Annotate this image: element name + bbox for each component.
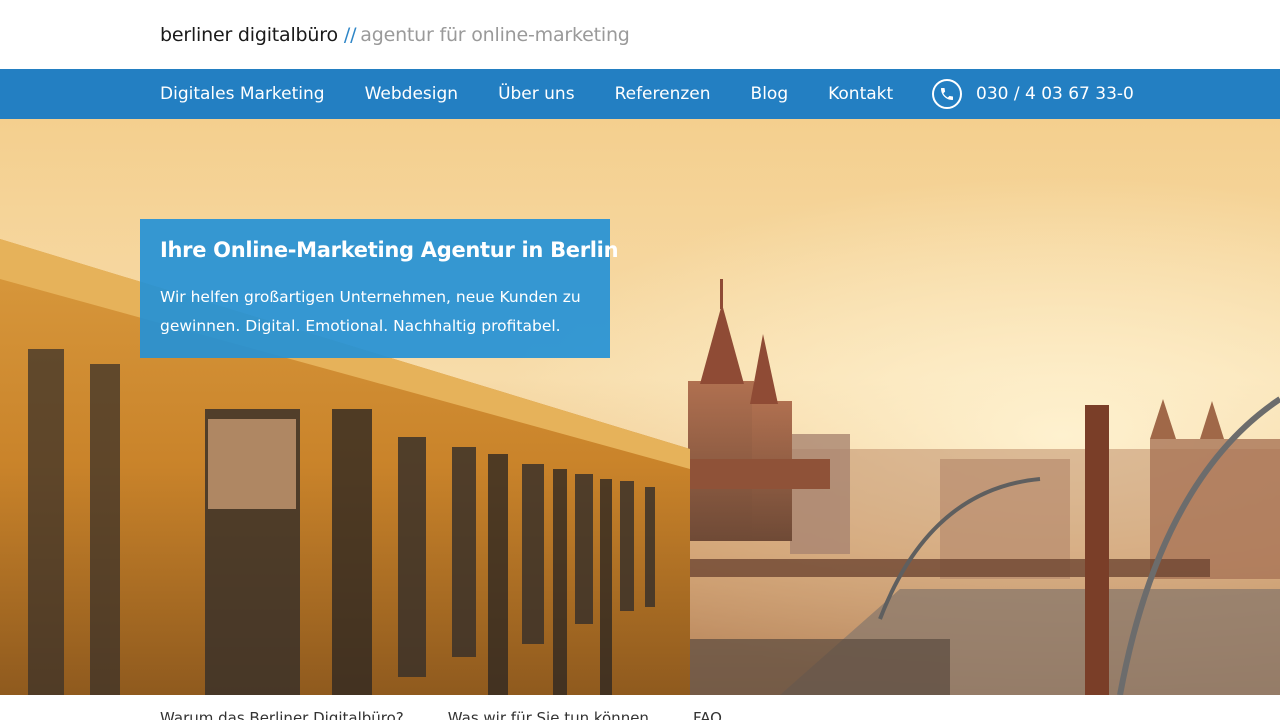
nav-item-blog[interactable]: Blog <box>751 84 789 104</box>
phone-link[interactable]: 030 / 4 03 67 33-0 <box>932 79 1134 109</box>
hero-background-image <box>0 119 1280 695</box>
sub-navigation: Warum das Berliner Digitalbüro? Was wir … <box>0 695 1280 720</box>
nav-item-digitales-marketing[interactable]: Digitales Marketing <box>160 84 325 104</box>
brand-separator: // <box>343 24 357 46</box>
site-logo[interactable]: berliner digitalbüro//agentur für online… <box>160 22 630 48</box>
hero-title: Ihre Online-Marketing Agentur in Berlin <box>160 238 619 262</box>
brand-name: berliner digitalbüro <box>160 24 338 46</box>
site-header: berliner digitalbüro//agentur für online… <box>0 0 1280 69</box>
hero-card: Ihre Online-Marketing Agentur in Berlin … <box>140 219 619 358</box>
brand-tagline: agentur für online-marketing <box>360 24 630 46</box>
nav-list: Digitales Marketing Webdesign Über uns R… <box>160 69 933 119</box>
main-navigation: Digitales Marketing Webdesign Über uns R… <box>0 69 1280 119</box>
phone-icon <box>932 79 962 109</box>
subnav-list: Warum das Berliner Digitalbüro? Was wir … <box>160 709 766 720</box>
nav-item-referenzen[interactable]: Referenzen <box>615 84 711 104</box>
hero-text: Wir helfen großartigen Unternehmen, neue… <box>160 288 581 335</box>
subnav-item-warum[interactable]: Warum das Berliner Digitalbüro? <box>160 709 404 720</box>
nav-item-ueber-uns[interactable]: Über uns <box>498 84 575 104</box>
subnav-item-faq[interactable]: FAQ <box>693 709 722 720</box>
phone-number: 030 / 4 03 67 33-0 <box>976 84 1134 104</box>
hero-section: Ihre Online-Marketing Agentur in Berlin … <box>0 119 1280 695</box>
subnav-item-leistungen[interactable]: Was wir für Sie tun können <box>448 709 649 720</box>
nav-item-kontakt[interactable]: Kontakt <box>828 84 893 104</box>
nav-item-webdesign[interactable]: Webdesign <box>365 84 458 104</box>
